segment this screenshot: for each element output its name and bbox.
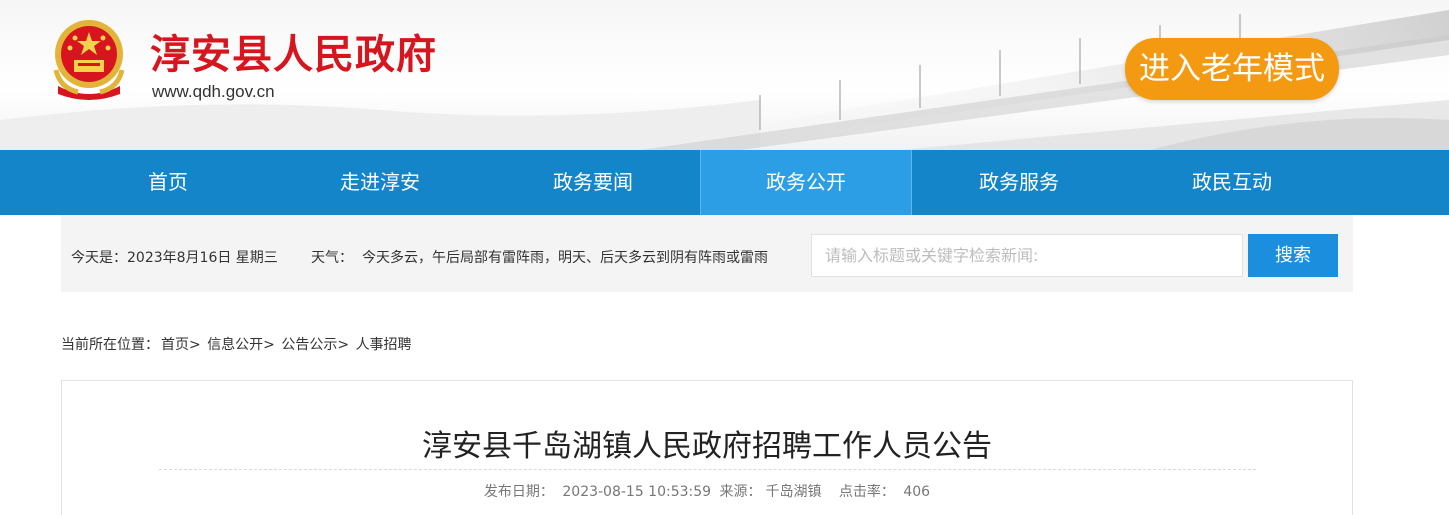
publish-date: 2023-08-15 10:53:59 xyxy=(562,484,712,500)
search-input[interactable] xyxy=(811,234,1243,277)
site-url[interactable]: www.qdh.gov.cn xyxy=(152,82,275,102)
click-count: 406 xyxy=(903,484,931,500)
search-button[interactable]: 搜索 xyxy=(1248,234,1338,277)
article-panel: 淳安县千岛湖镇人民政府招聘工作人员公告 发布日期： 2023-08-15 10:… xyxy=(61,380,1353,515)
nav-item-government-services[interactable]: 政务服务 xyxy=(913,150,1125,215)
article-title: 淳安县千岛湖镇人民政府招聘工作人员公告 xyxy=(422,429,992,464)
article-meta: 发布日期： 2023-08-15 10:53:59 来源： 千岛湖镇 点击率： 4… xyxy=(62,481,1352,501)
site-title[interactable]: 淳安县人民政府 xyxy=(150,22,437,80)
site-header: 淳安县人民政府 www.qdh.gov.cn 进入老年模式 xyxy=(0,0,1449,150)
title-divider xyxy=(159,469,1256,470)
source-value: 千岛湖镇 xyxy=(765,484,822,500)
clicks-label: 点击率： xyxy=(838,484,895,500)
elder-mode-button[interactable]: 进入老年模式 xyxy=(1125,38,1339,100)
breadcrumb-info-public[interactable]: 信息公开> xyxy=(207,337,275,353)
main-nav: 首页 走进淳安 政务要闻 政务公开 政务服务 政民互动 xyxy=(0,150,1449,215)
nav-item-about-chunan[interactable]: 走进淳安 xyxy=(274,150,486,215)
nav-item-home[interactable]: 首页 xyxy=(62,150,274,215)
nav-item-news[interactable]: 政务要闻 xyxy=(487,150,699,215)
weather-ticker: 今天多云，午后局部有雷阵雨，明天、后天多云到阴有阵雨或雷雨 xyxy=(362,250,768,266)
publish-date-label: 发布日期： xyxy=(483,484,554,500)
breadcrumb-prefix: 当前所在位置： xyxy=(61,337,159,353)
breadcrumb-announcements[interactable]: 公告公示> xyxy=(281,337,349,353)
nav-item-government-affairs-open[interactable]: 政务公开 xyxy=(700,150,912,215)
breadcrumb-home[interactable]: 首页> xyxy=(161,337,201,353)
source-label: 来源： xyxy=(719,484,762,500)
breadcrumb-recruitment[interactable]: 人事招聘 xyxy=(356,337,412,353)
breadcrumb: 当前所在位置： 首页> 信息公开> 公告公示> 人事招聘 xyxy=(61,334,414,354)
weather-label: 天气： xyxy=(311,250,353,266)
info-bar: 今天是：2023年8月16日 星期三 天气： 今天多云，午后局部有雷阵雨，明天、… xyxy=(61,215,1353,292)
nav-item-public-interaction[interactable]: 政民互动 xyxy=(1126,150,1338,215)
today-date: 今天是：2023年8月16日 星期三 xyxy=(71,250,278,266)
national-emblem-icon xyxy=(53,20,125,100)
